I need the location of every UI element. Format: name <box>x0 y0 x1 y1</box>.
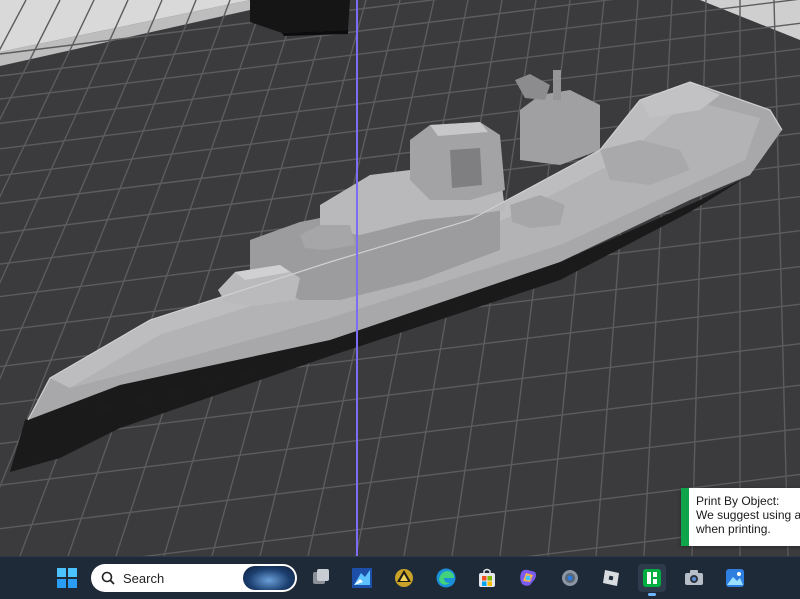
search-highlight-art <box>243 566 295 590</box>
taskbar-search[interactable]: Search <box>91 564 297 592</box>
settings-icon[interactable] <box>556 564 584 592</box>
notification-line-1: We suggest using a <box>696 508 800 522</box>
copilot-icon[interactable] <box>514 564 542 592</box>
task-view-icon[interactable] <box>307 564 335 592</box>
search-icon <box>101 571 115 585</box>
print-by-object-notification[interactable]: Print By Object: We suggest using a when… <box>681 488 800 546</box>
microsoft-store-icon[interactable] <box>473 564 501 592</box>
photos-icon[interactable] <box>721 564 749 592</box>
search-label: Search <box>123 570 165 586</box>
roblox-icon[interactable] <box>597 564 625 592</box>
notification-line-2: when printing. <box>696 522 771 536</box>
game-app-icon[interactable] <box>348 564 376 592</box>
notification-title: Print By Object: <box>696 494 780 508</box>
camera-icon[interactable] <box>680 564 708 592</box>
windows-start-icon[interactable] <box>53 564 81 592</box>
bambu-studio-icon[interactable] <box>638 564 666 596</box>
windows-taskbar: Search <box>0 556 800 599</box>
slicer-app-icon[interactable] <box>390 564 418 592</box>
edge-browser-icon[interactable] <box>432 564 460 592</box>
build-plate-viewport[interactable] <box>0 0 800 556</box>
